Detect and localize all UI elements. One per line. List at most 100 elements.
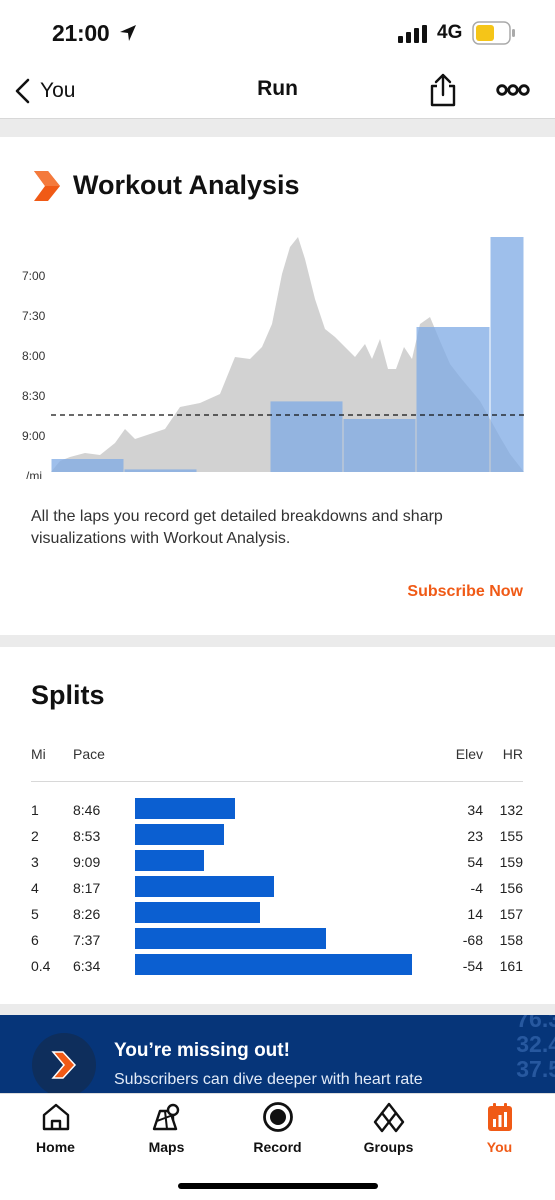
split-heart-rate: 161: [499, 958, 523, 974]
lap-bar: [416, 327, 490, 472]
promo-decoration-number: 37.5: [516, 1056, 555, 1082]
split-mile: 1: [31, 802, 39, 818]
split-pace: 7:37: [73, 932, 101, 948]
split-mile: 5: [31, 906, 39, 922]
lap-bar: [270, 401, 343, 472]
tab-label: Groups: [363, 1139, 414, 1155]
header-pace: Pace: [73, 746, 105, 762]
promo-decoration: 76.3 32.4 37.5: [516, 1015, 555, 1082]
split-pace-bar: [135, 928, 326, 949]
subscribe-now-link[interactable]: Subscribe Now: [407, 583, 523, 601]
status-bar: 21:00 4G: [0, 0, 555, 62]
tab-record[interactable]: Record: [222, 1094, 333, 1166]
split-pace-bar: [135, 798, 235, 819]
split-heart-rate: 155: [499, 828, 523, 844]
promo-decoration-number: 32.4: [516, 1031, 555, 1057]
split-pace-bar: [135, 850, 204, 871]
y-tick-label: 7:00: [22, 269, 46, 283]
network-label: 4G: [437, 22, 463, 43]
lap-bar: [51, 459, 124, 472]
split-row: 6 7:37 -68 158: [31, 927, 523, 953]
split-row: 3 9:09 54 159: [31, 849, 523, 875]
nav-bar: You Run: [0, 62, 555, 119]
subscribe-promo-banner[interactable]: 76.3 32.4 37.5 You’re missing out! Subscri…: [0, 1015, 555, 1093]
promo-decoration-number: 76.3: [516, 1015, 555, 1032]
tab-groups[interactable]: Groups: [333, 1094, 444, 1166]
split-heart-rate: 157: [499, 906, 523, 922]
splits-rows: 1 8:46 34 132 2 8:53 23 155 3 9:09 54 159 4 8:17 -4 156…: [31, 797, 523, 979]
split-pace: 9:09: [73, 854, 101, 870]
tab-you[interactable]: You: [444, 1094, 555, 1166]
workout-analysis-chart: 7:00 7:30 8:00 8:30 9:00/mi: [22, 237, 524, 479]
maps-icon: [152, 1103, 180, 1131]
split-elevation: 14: [467, 906, 483, 922]
split-mile: 3: [31, 854, 39, 870]
page-title: Run: [257, 77, 298, 100]
groups-icon: [373, 1102, 405, 1133]
header-mi: Mi: [31, 746, 46, 762]
split-row: 4 8:17 -4 156: [31, 875, 523, 901]
y-unit-label: /mi: [26, 469, 42, 479]
split-pace-bar: [135, 876, 274, 897]
split-elevation: -54: [462, 958, 483, 974]
more-icon[interactable]: [496, 81, 530, 99]
splits-header: Mi Pace Elev HR: [31, 746, 523, 782]
split-pace-bar: [135, 824, 224, 845]
y-tick-label: 8:30: [22, 389, 46, 403]
y-tick-label: 7:30: [22, 309, 46, 323]
workout-analysis-card: Workout Analysis 7:00 7:30 8:00 8:30 9:00/mi…: [0, 137, 555, 635]
home-indicator: [178, 1183, 378, 1189]
lap-bar: [490, 237, 524, 472]
split-heart-rate: 156: [499, 880, 523, 896]
split-mile: 0.4: [31, 958, 51, 974]
tab-label: Maps: [148, 1139, 185, 1155]
split-row: 1 8:46 34 132: [31, 797, 523, 823]
lap-bar: [124, 469, 197, 472]
split-pace: 8:17: [73, 880, 101, 896]
splits-title: Splits: [31, 680, 105, 710]
tab-label: You: [486, 1139, 513, 1155]
record-icon: [263, 1102, 293, 1132]
split-pace: 8:26: [73, 906, 101, 922]
split-mile: 4: [31, 880, 39, 896]
split-mile: 2: [31, 828, 39, 844]
battery-icon: [472, 21, 515, 45]
split-row: 2 8:53 23 155: [31, 823, 523, 849]
split-row: 5 8:26 14 157: [31, 901, 523, 927]
y-tick-label: 9:00: [22, 429, 46, 443]
split-pace: 6:34: [73, 958, 101, 974]
home-icon: [42, 1103, 70, 1131]
tab-maps[interactable]: Maps: [111, 1094, 222, 1166]
tab-home[interactable]: Home: [0, 1094, 111, 1166]
workout-analysis-description: All the laps you record get detailed bre…: [31, 508, 443, 547]
chevron-badge-icon: [51, 1051, 77, 1079]
signal-icon: [398, 25, 427, 43]
splits-card: Splits Mi Pace Elev HR 1 8:46 34 132 2 8:53 23…: [0, 647, 555, 1004]
split-heart-rate: 158: [499, 932, 523, 948]
split-row: 0.4 6:34 -54 161: [31, 953, 523, 979]
split-pace-bar: [135, 902, 260, 923]
share-icon[interactable]: [428, 73, 458, 107]
y-tick-label: 8:00: [22, 349, 46, 363]
promo-badge: [32, 1033, 96, 1093]
split-pace: 8:53: [73, 828, 101, 844]
tab-label: Record: [253, 1139, 302, 1155]
split-elevation: 54: [467, 854, 483, 870]
promo-text: Subscribers can dive deeper with heart r…: [114, 1071, 423, 1088]
header-elev: Elev: [455, 746, 483, 762]
split-mile: 6: [31, 932, 39, 948]
header-hr: HR: [502, 746, 523, 762]
split-elevation: -68: [462, 932, 483, 948]
you-icon: [488, 1103, 512, 1131]
tab-label: Home: [36, 1139, 75, 1155]
workout-analysis-title: Workout Analysis: [73, 170, 300, 200]
lap-bar: [343, 419, 416, 472]
split-elevation: -4: [470, 880, 483, 896]
promo-title: You’re missing out!: [114, 1040, 290, 1061]
split-elevation: 23: [467, 828, 483, 844]
workout-analysis-logo-icon: [34, 171, 60, 201]
location-arrow-icon: [120, 25, 136, 41]
split-pace-bar: [135, 954, 412, 975]
status-time: 21:00: [52, 20, 110, 46]
split-pace: 8:46: [73, 802, 101, 818]
